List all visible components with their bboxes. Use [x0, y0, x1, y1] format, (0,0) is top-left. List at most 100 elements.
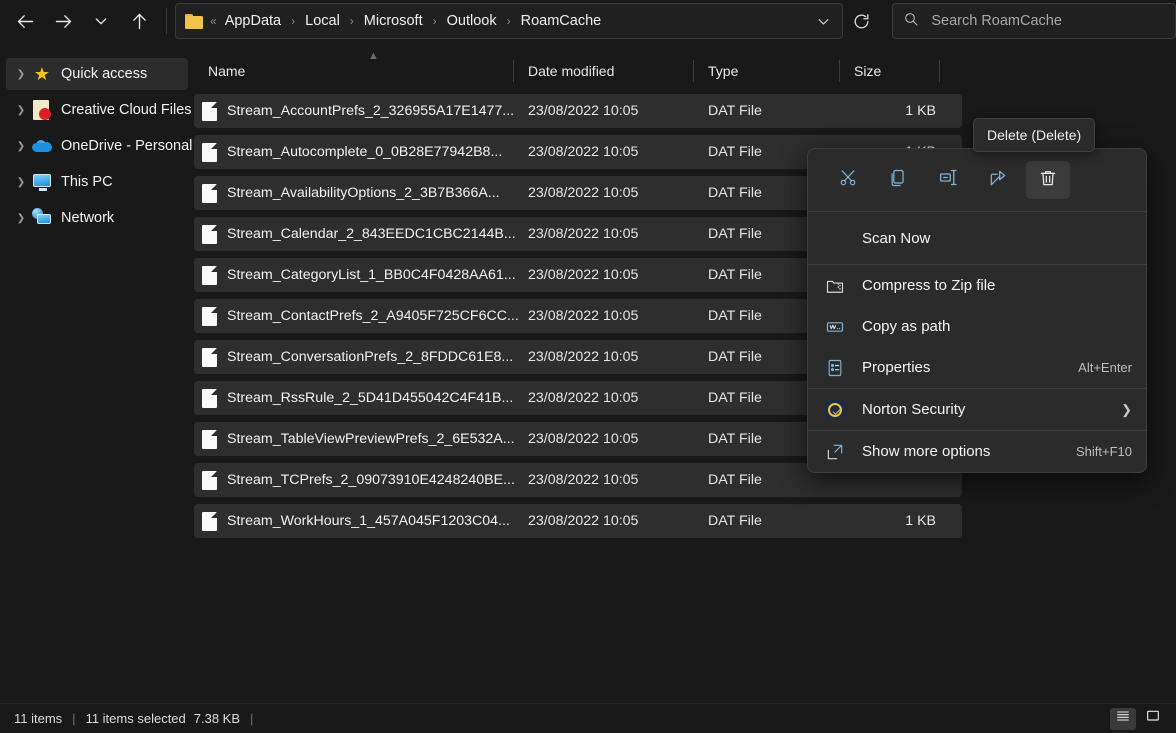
status-divider-2: | — [250, 711, 254, 726]
search-icon — [903, 11, 919, 32]
chevron-right-icon[interactable]: ❯ — [10, 166, 32, 198]
status-selection-size: 7.38 KB — [193, 711, 241, 726]
file-date: 23/08/2022 10:05 — [528, 308, 639, 324]
delete-button[interactable] — [1026, 161, 1070, 199]
chevron-right-icon-3: › — [432, 14, 437, 28]
details-view-button[interactable] — [1110, 707, 1136, 730]
navigation-pane: ❯ ★ Quick access ❯ Creative Cloud Files … — [0, 44, 194, 703]
menu-item-scan-now[interactable]: Scan Now — [808, 212, 1146, 264]
file-date: 23/08/2022 10:05 — [528, 103, 639, 119]
search-box[interactable] — [892, 3, 1176, 39]
dat-file-icon — [202, 265, 217, 285]
up-button[interactable] — [120, 4, 158, 38]
path-dropdown-chevron-down-icon[interactable] — [808, 6, 838, 36]
dat-file-icon — [202, 470, 217, 490]
network-icon — [32, 208, 52, 228]
copy-button[interactable] — [876, 161, 920, 199]
nav-divider — [166, 8, 167, 34]
file-name: Stream_AccountPrefs_2_326955A17E1477... — [227, 103, 515, 119]
properties-icon — [824, 357, 846, 379]
chevron-right-icon[interactable]: ❯ — [10, 130, 32, 162]
sort-ascending-icon: ▲ — [368, 50, 379, 62]
sidebar-item-network[interactable]: ❯ Network — [6, 202, 188, 234]
file-date: 23/08/2022 10:05 — [528, 513, 639, 529]
back-button[interactable] — [6, 4, 44, 38]
large-icons-view-icon — [1145, 708, 1161, 729]
dat-file-icon — [202, 511, 217, 531]
menu-label-show-more-options: Show more options — [862, 443, 991, 460]
file-name: Stream_RssRule_2_5D41D455042C4F41B... — [227, 390, 514, 406]
breadcrumb-path-bar[interactable]: « AppData › Local › Microsoft › Outlook … — [175, 3, 843, 39]
table-row[interactable]: Stream_AccountPrefs_2_326955A17E1477... … — [194, 94, 962, 128]
file-size: 1 KB — [905, 513, 936, 529]
onedrive-cloud-icon — [32, 136, 52, 156]
chevron-right-icon-1: › — [291, 14, 296, 28]
table-row[interactable]: Stream_WorkHours_1_457A045F1203C04... 23… — [194, 504, 962, 538]
dat-file-icon — [202, 388, 217, 408]
sidebar-item-onedrive-personal[interactable]: ❯ OneDrive - Personal — [6, 130, 193, 162]
refresh-button[interactable] — [845, 4, 878, 38]
chevron-right-icon[interactable]: ❯ — [10, 94, 32, 126]
file-date: 23/08/2022 10:05 — [528, 390, 639, 406]
folder-icon — [185, 13, 203, 29]
address-bar: « AppData › Local › Microsoft › Outlook … — [0, 0, 1176, 42]
chevron-right-icon[interactable]: ❯ — [10, 58, 32, 90]
rename-button[interactable] — [926, 161, 970, 199]
sidebar-item-quick-access[interactable]: ❯ ★ Quick access — [6, 58, 188, 90]
file-name: Stream_Calendar_2_843EEDC1CBC2144B... — [227, 226, 516, 242]
menu-item-norton-security[interactable]: Norton Security ❯ — [808, 389, 1146, 430]
file-name: Stream_WorkHours_1_457A045F1203C04... — [227, 513, 510, 529]
status-divider-1: | — [72, 711, 76, 726]
sidebar-label-onedrive-personal: OneDrive - Personal — [61, 138, 193, 154]
this-pc-icon — [32, 172, 52, 192]
more-options-icon — [824, 441, 846, 463]
chevron-right-icon[interactable]: ❯ — [10, 202, 32, 234]
dat-file-icon — [202, 347, 217, 367]
menu-item-compress-to-zip[interactable]: Compress to Zip file — [808, 265, 1146, 306]
menu-label-norton-security: Norton Security — [862, 401, 966, 418]
column-header-type[interactable]: Type — [694, 53, 840, 89]
copy-icon — [888, 168, 908, 193]
forward-button[interactable] — [44, 4, 82, 38]
column-header-name[interactable]: ▲ Name — [194, 50, 514, 89]
column-header-date-label: Date modified — [528, 63, 615, 79]
file-name: Stream_CategoryList_1_BB0C4F0428AA61... — [227, 267, 516, 283]
search-input[interactable] — [931, 13, 1165, 29]
creative-cloud-icon — [32, 100, 52, 120]
menu-label-properties: Properties — [862, 359, 931, 376]
breadcrumb-overflow-icon[interactable]: « — [210, 14, 221, 28]
cut-button[interactable] — [826, 161, 870, 199]
breadcrumb-microsoft[interactable]: Microsoft — [360, 10, 427, 32]
sidebar-item-creative-cloud-files[interactable]: ❯ Creative Cloud Files — [6, 94, 192, 126]
recent-locations-button[interactable] — [82, 4, 120, 38]
menu-item-properties[interactable]: Properties Alt+Enter — [808, 347, 1146, 388]
file-type: DAT File — [708, 103, 762, 119]
share-button[interactable] — [976, 161, 1020, 199]
column-header-type-label: Type — [708, 63, 739, 79]
breadcrumb-local[interactable]: Local — [301, 10, 344, 32]
menu-item-copy-as-path[interactable]: Copy as path — [808, 306, 1146, 347]
details-view-icon — [1115, 708, 1131, 729]
file-date: 23/08/2022 10:05 — [528, 472, 639, 488]
star-icon: ★ — [33, 64, 51, 84]
sidebar-item-this-pc[interactable]: ❯ This PC — [6, 166, 188, 198]
column-header-date-modified[interactable]: Date modified — [514, 53, 694, 89]
column-header-size[interactable]: Size — [840, 53, 940, 89]
file-date: 23/08/2022 10:05 — [528, 185, 639, 201]
context-menu: Scan Now Compress to Zip file Copy as pa… — [807, 148, 1147, 473]
file-size: 1 KB — [905, 103, 936, 119]
menu-accel-properties: Alt+Enter — [1078, 360, 1132, 375]
menu-label-copy-as-path: Copy as path — [862, 318, 951, 335]
large-icons-view-button[interactable] — [1140, 708, 1166, 730]
file-date: 23/08/2022 10:05 — [528, 431, 639, 447]
dat-file-icon — [202, 183, 217, 203]
breadcrumb-roamcache[interactable]: RoamCache — [517, 10, 606, 32]
view-toggle-group — [1106, 707, 1176, 730]
file-date: 23/08/2022 10:05 — [528, 267, 639, 283]
menu-item-show-more-options[interactable]: Show more options Shift+F10 — [808, 431, 1146, 472]
file-name: Stream_ContactPrefs_2_A9405F725CF6CC... — [227, 308, 519, 324]
menu-accel-show-more-options: Shift+F10 — [1075, 444, 1132, 459]
sidebar-label-this-pc: This PC — [61, 174, 113, 190]
breadcrumb-appdata[interactable]: AppData — [221, 10, 285, 32]
breadcrumb-outlook[interactable]: Outlook — [443, 10, 501, 32]
